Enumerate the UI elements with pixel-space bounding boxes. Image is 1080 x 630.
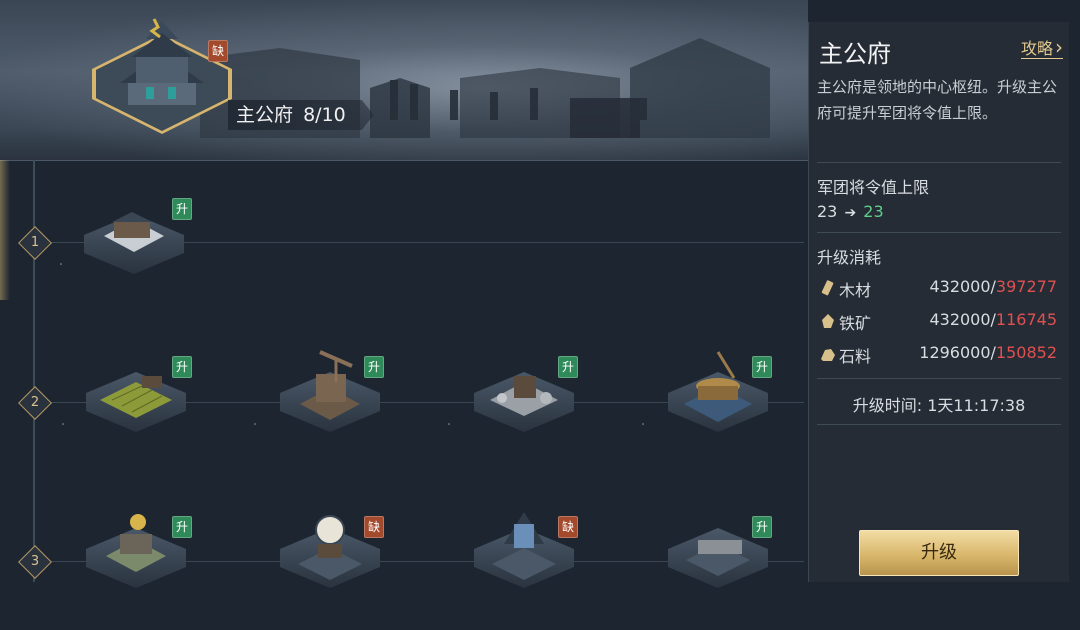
cost-title: 升级消耗: [817, 248, 882, 267]
main-building-level: 8/10: [303, 104, 346, 126]
tier-marker-2: 2: [18, 386, 52, 420]
upgrade-button[interactable]: 升级: [859, 530, 1019, 576]
tier-number: 3: [30, 554, 40, 569]
upgrade-badge: 升: [172, 198, 192, 220]
upgrade-time: 升级时间: 1天11:17:38: [809, 392, 1069, 416]
tier-marker-3: 3: [18, 545, 52, 579]
divider: [817, 424, 1061, 425]
building-label-smelter: 冶铁 10/30: [642, 423, 644, 425]
divider: [817, 232, 1061, 233]
detail-panel: 主公府 攻略 › 主公府是领地的中心枢纽。升级主公府可提升军团将令值上限。 军团将…: [808, 22, 1069, 582]
tier-number: 1: [30, 235, 40, 250]
building-label-quarry: 采石 10/30: [448, 423, 450, 425]
guide-label: 攻略: [1020, 39, 1053, 58]
upgrade-badge: 升: [364, 356, 384, 378]
building-tier3-c[interactable]: 缺: [460, 504, 590, 624]
upgrade-badge: 升: [752, 516, 772, 538]
main-building-card[interactable]: 缺 主公府 8/10: [88, 8, 388, 138]
building-smelter[interactable]: 升: [654, 348, 784, 468]
building-label-treasury: 国库 12/20: [60, 263, 62, 265]
stone-icon: [821, 349, 835, 361]
time-value: 1天11:17:38: [927, 396, 1026, 415]
upgrade-badge: 升: [558, 356, 578, 378]
resource-row-wood: 木材 432000/397277: [817, 276, 1061, 300]
upgrade-badge: 升: [172, 516, 192, 538]
treasury-icon: [104, 212, 164, 252]
building-farm[interactable]: 升: [72, 354, 202, 474]
building-market[interactable]: 升: [72, 510, 202, 630]
tier-marker-1: 1: [18, 226, 52, 260]
building-label-lumber: 伐木 10/30: [254, 423, 256, 425]
farm-icon: [100, 376, 172, 418]
side-glow: [0, 160, 10, 300]
wood-icon: [821, 280, 834, 296]
tier-number: 2: [30, 395, 40, 410]
panel-description: 主公府是领地的中心枢纽。升级主公府可提升军团将令值上限。: [817, 78, 1058, 122]
chevron-right-icon: ›: [1055, 35, 1063, 59]
divider: [817, 378, 1061, 379]
stat-to: 23: [863, 202, 884, 221]
building-quarry[interactable]: 升: [460, 354, 590, 474]
stat-compare: 23 ➔ 23: [817, 202, 884, 221]
stat-title: 军团将令值上限: [817, 178, 930, 197]
building-label-farm: 农耕 9/30: [62, 423, 64, 425]
lack-badge: 缺: [208, 40, 228, 62]
building-lumber[interactable]: 升: [266, 348, 396, 468]
building-tier3-b[interactable]: 缺: [266, 504, 396, 624]
arrow-right-icon: ➔: [844, 205, 857, 221]
main-building-name: 主公府: [236, 104, 294, 126]
resource-name: 石料: [839, 347, 872, 366]
upgrade-badge: 升: [172, 356, 192, 378]
building-tier3-d[interactable]: 升: [654, 510, 784, 630]
palace-icon: [120, 18, 204, 105]
time-label: 升级时间:: [852, 396, 923, 415]
main-building-label: 主公府 8/10: [228, 100, 374, 130]
stat-from: 23: [817, 202, 838, 221]
upgrade-badge: 升: [752, 356, 772, 378]
resource-value: 432000/397277: [929, 277, 1057, 296]
divider: [817, 162, 1061, 163]
market-icon: [106, 514, 166, 572]
resource-row-iron: 铁矿 432000/116745: [817, 309, 1061, 333]
resource-name: 木材: [839, 281, 872, 300]
resource-name: 铁矿: [839, 314, 872, 333]
panel-title: 主公府: [819, 40, 891, 68]
building-treasury[interactable]: 升: [70, 196, 200, 316]
resource-value: 1296000/150852: [919, 343, 1057, 362]
iron-icon: [822, 314, 834, 328]
guide-link[interactable]: 攻略 ›: [1020, 35, 1063, 59]
main-building-banner: 缺 主公府 8/10: [0, 0, 808, 161]
lack-badge: 缺: [364, 516, 384, 538]
tier-axis: [33, 160, 35, 582]
resource-row-stone: 石料 1296000/150852: [817, 342, 1061, 366]
lack-badge: 缺: [558, 516, 578, 538]
resource-value: 432000/116745: [929, 310, 1057, 329]
